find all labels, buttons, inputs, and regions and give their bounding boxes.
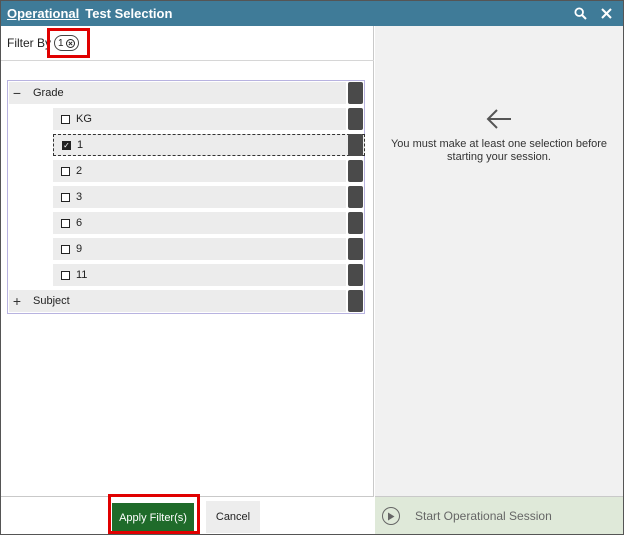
option-side-button[interactable]: [348, 212, 363, 234]
start-session-label: Start Operational Session: [415, 509, 552, 523]
grade-option-11[interactable]: 11: [53, 264, 346, 286]
filter-by-row: Filter By 1: [7, 31, 79, 55]
checkbox-icon[interactable]: [61, 114, 70, 124]
grade-option-9[interactable]: 9: [53, 238, 346, 260]
option-label: 11: [76, 269, 88, 281]
subject-side-button[interactable]: [348, 290, 363, 312]
header-bar: Operational Test Selection: [1, 1, 623, 26]
session-panel: You must make at least one selection bef…: [375, 26, 623, 496]
close-icon[interactable]: [599, 7, 613, 21]
filter-count: 1: [58, 37, 64, 49]
checked-checkbox-icon[interactable]: [62, 140, 71, 150]
option-label: 1: [77, 139, 84, 151]
expand-icon[interactable]: +: [9, 293, 25, 309]
option-side-button[interactable]: [348, 160, 363, 182]
grade-option-2[interactable]: 2: [53, 160, 346, 182]
test-selection-window: Operational Test Selection Filter By 1 −…: [0, 0, 624, 535]
start-session-button[interactable]: Start Operational Session: [375, 496, 623, 534]
grade-option-kg[interactable]: KG: [53, 108, 346, 130]
checkbox-icon[interactable]: [61, 166, 70, 176]
checkbox-icon[interactable]: [61, 270, 70, 280]
page-title: Test Selection: [85, 6, 173, 21]
checkbox-icon[interactable]: [61, 244, 70, 254]
search-icon[interactable]: [573, 7, 587, 21]
grade-option-3[interactable]: 3: [53, 186, 346, 208]
option-side-button[interactable]: [348, 134, 363, 156]
filter-footer: Apply Filter(s) Cancel: [1, 496, 374, 534]
play-icon: [382, 507, 400, 525]
option-label: 3: [76, 191, 83, 203]
option-side-button[interactable]: [348, 238, 363, 260]
selection-hint: You must make at least one selection bef…: [390, 138, 608, 163]
cancel-button[interactable]: Cancel: [206, 501, 260, 533]
checkbox-icon[interactable]: [61, 218, 70, 228]
operational-link[interactable]: Operational: [7, 6, 79, 21]
filter-tree: − Grade KG 1 2 3: [7, 80, 365, 314]
apply-filters-button[interactable]: Apply Filter(s): [112, 503, 194, 533]
clear-filter-icon[interactable]: [65, 38, 75, 48]
option-label: 6: [76, 217, 83, 229]
filter-panel: Filter By 1 − Grade KG 1: [1, 26, 374, 496]
tree-node-grade[interactable]: − Grade: [9, 82, 346, 104]
filter-count-chip[interactable]: 1: [54, 35, 79, 51]
divider: [1, 60, 374, 61]
option-side-button[interactable]: [348, 264, 363, 286]
checkbox-icon[interactable]: [61, 192, 70, 202]
option-label: KG: [76, 113, 92, 125]
arrow-left-icon: [486, 109, 511, 129]
tree-node-subject[interactable]: + Subject: [9, 290, 346, 312]
option-side-button[interactable]: [348, 108, 363, 130]
option-side-button[interactable]: [348, 186, 363, 208]
grade-side-button[interactable]: [348, 82, 363, 104]
grade-option-1[interactable]: 1: [53, 134, 365, 156]
collapse-icon[interactable]: −: [9, 85, 25, 101]
header-actions: [573, 1, 613, 26]
option-label: 9: [76, 243, 83, 255]
grade-option-6[interactable]: 6: [53, 212, 346, 234]
option-label: 2: [76, 165, 83, 177]
filter-by-label: Filter By: [7, 36, 52, 50]
subject-label: Subject: [33, 295, 70, 307]
grade-label: Grade: [33, 87, 64, 99]
